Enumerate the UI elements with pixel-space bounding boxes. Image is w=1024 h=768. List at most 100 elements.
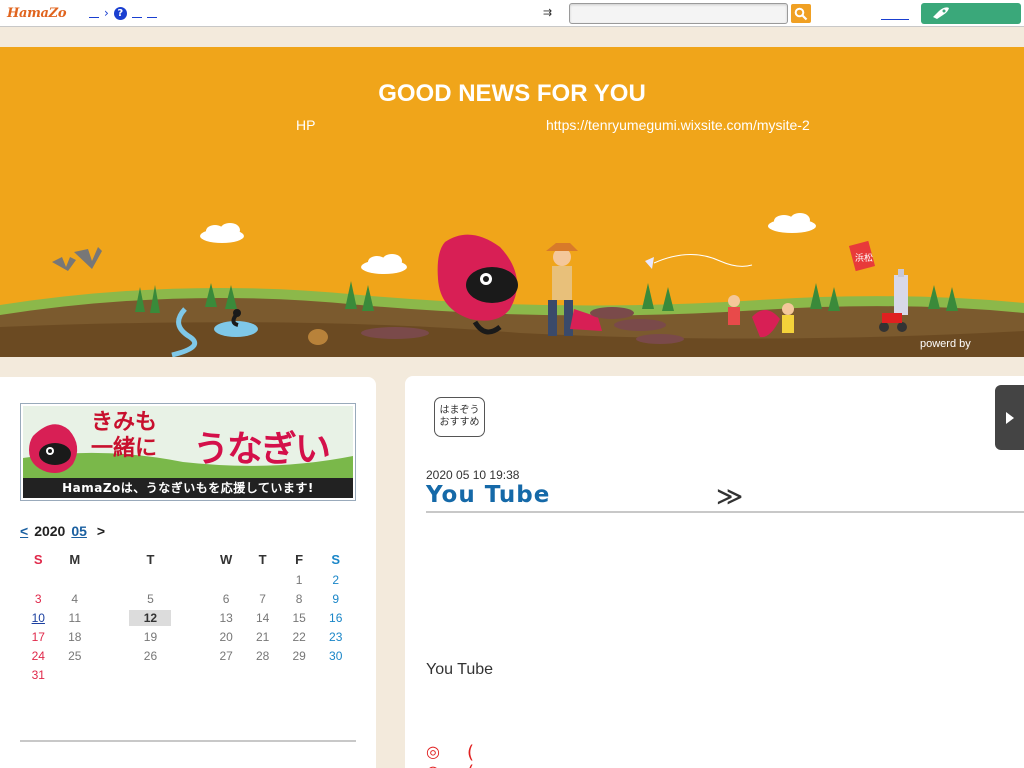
ad-headline: きみも 一緒に	[91, 410, 157, 462]
calendar-empty-cell	[57, 665, 94, 684]
calendar-prev-link[interactable]: <	[20, 523, 28, 539]
calendar-day: 29	[292, 648, 306, 663]
calendar-weekday: S	[331, 552, 341, 567]
search-input[interactable]	[569, 3, 788, 24]
ad-image: きみも 一緒に うなぎいも。 HamaZoは、うなぎいもを応援しています!	[23, 406, 353, 498]
calendar-day: 23	[329, 629, 343, 644]
post-body-text: You Tube	[426, 661, 494, 678]
post-title-divider	[426, 511, 1024, 513]
calendar: SMTWTFS 1 2 3 4 5 6 7 8 9 10 11 12 13 14 15 16 17 18 19 20 2…	[20, 549, 354, 684]
calendar-empty-cell	[93, 570, 208, 589]
calendar-day: 16	[329, 610, 343, 625]
calendar-day: 20	[219, 629, 233, 644]
unagiimo-ad-banner[interactable]: きみも 一緒に うなぎいも。 HamaZoは、うなぎいもを応援しています!	[20, 403, 356, 501]
calendar-day: 28	[255, 648, 270, 663]
top-nav-links: › ?	[89, 6, 157, 20]
calendar-day: 22	[292, 629, 306, 644]
calendar-weekday: S	[33, 552, 43, 567]
badge-line1: はまぞう	[439, 405, 480, 416]
calendar-week-row: 12	[20, 570, 354, 589]
calendar-day: 14	[255, 610, 270, 625]
blog-hp-label: HP	[296, 117, 316, 133]
blog-hp-url[interactable]: https://tenryumegumi.wixsite.com/mysite-…	[546, 117, 810, 133]
calendar-next-link[interactable]: >	[97, 523, 105, 539]
nav-link-2[interactable]	[131, 8, 142, 18]
calendar-day: 12	[93, 608, 208, 627]
ad-caption: HamaZoは、うなぎいもを応援しています!	[23, 478, 353, 498]
calendar-header: < 2020 05 >	[20, 523, 105, 539]
top-right-link[interactable]	[881, 6, 909, 20]
top-bar: HamaZo › ? ⇉	[0, 0, 1024, 27]
search-icon	[794, 7, 808, 21]
badge-line2: おすすめ	[439, 417, 480, 428]
calendar-week-row: 24 25 26 27 28 29 30	[20, 646, 354, 665]
calendar-week-row: 31	[20, 665, 354, 684]
calendar-day: 18	[68, 629, 82, 644]
calendar-day: 31	[31, 667, 45, 682]
hamazo-recommend-badge[interactable]: はまぞう おすすめ	[434, 397, 485, 437]
calendar-day: 4	[71, 591, 79, 606]
sidebar: きみも 一緒に うなぎいも。 HamaZoは、うなぎいもを応援しています! < …	[0, 377, 376, 768]
calendar-week-row: 17 18 19 20 21 22 23	[20, 627, 354, 646]
blog-start-button[interactable]	[921, 3, 1021, 24]
post-mark-2: ◎	[426, 762, 440, 768]
calendar-day: 13	[219, 610, 233, 625]
calendar-day: 5	[147, 591, 154, 606]
hamazo-logo[interactable]: HamaZo	[7, 6, 67, 21]
calendar-day: 19	[143, 629, 158, 644]
post-date: 2020 05 10 19:38	[426, 468, 520, 482]
calendar-weekday: T	[146, 552, 155, 567]
calendar-day: 26	[143, 648, 158, 663]
post-mark-1: ◎	[426, 742, 440, 761]
calendar-empty-cell	[244, 570, 281, 589]
sign-text: 浜松	[855, 252, 873, 264]
calendar-empty-cell	[317, 665, 354, 684]
calendar-day: 7	[259, 591, 266, 606]
calendar-empty-cell	[208, 665, 245, 684]
search-button[interactable]	[791, 4, 811, 23]
help-icon[interactable]: ?	[113, 6, 127, 20]
nav-link-1[interactable]	[89, 8, 99, 18]
calendar-week-row: 10 11 12 13 14 15 16	[20, 608, 354, 627]
calendar-day: 24	[31, 648, 45, 663]
calendar-weekday: W	[219, 552, 233, 567]
calendar-day: 30	[329, 648, 343, 663]
blog-header-banner: 浜松 GOOD NEWS FOR YOU HP https://tenryume…	[0, 47, 1024, 357]
post-paren-2: (	[467, 762, 474, 768]
calendar-day: 2	[332, 572, 340, 587]
calendar-empty-cell	[244, 665, 281, 684]
triangle-right-icon	[1006, 412, 1014, 424]
nav-separator: ›	[104, 6, 109, 20]
calendar-empty-cell	[57, 570, 94, 589]
post-arrow: ≫	[716, 482, 744, 512]
calendar-weekday: T	[258, 552, 267, 567]
ad-headline-line2: 一緒に	[91, 436, 158, 461]
calendar-day: 11	[68, 610, 81, 625]
calendar-week-row: 3 4 5 6 7 8 9	[20, 589, 354, 608]
calendar-today: 12	[129, 609, 172, 626]
side-panel-toggle[interactable]	[995, 385, 1024, 450]
calendar-month-link[interactable]: 05	[71, 523, 87, 539]
ad-headline-line1: きみも	[91, 410, 158, 435]
calendar-empty-cell	[93, 665, 208, 684]
main-content: はまぞう おすすめ 2020 05 10 19:38 You Tube ≫ Yo…	[405, 376, 1024, 768]
calendar-body: 1 2 3 4 5 6 7 8 9 10 11 12 13 14 15 16 17 18 19 20 21 22 23 24 2…	[20, 570, 354, 684]
blog-title[interactable]: GOOD NEWS FOR YOU	[0, 80, 1024, 108]
calendar-empty-cell	[20, 570, 57, 589]
calendar-day: 3	[34, 591, 42, 606]
calendar-day: 21	[255, 629, 270, 644]
calendar-day: 17	[31, 629, 45, 644]
rocket-icon	[933, 7, 949, 19]
calendar-day: 15	[292, 610, 306, 625]
calendar-empty-cell	[281, 665, 318, 684]
calendar-day: 8	[295, 591, 303, 606]
search-label: ⇉	[543, 6, 553, 19]
calendar-day: 27	[219, 648, 233, 663]
calendar-day: 25	[68, 648, 82, 663]
post-title[interactable]: You Tube	[426, 482, 550, 508]
calendar-empty-cell	[208, 570, 245, 589]
post-paren-1: (	[467, 742, 475, 763]
nav-link-3[interactable]	[146, 8, 157, 18]
calendar-day: 9	[332, 591, 340, 606]
calendar-day[interactable]: 10	[20, 608, 57, 627]
